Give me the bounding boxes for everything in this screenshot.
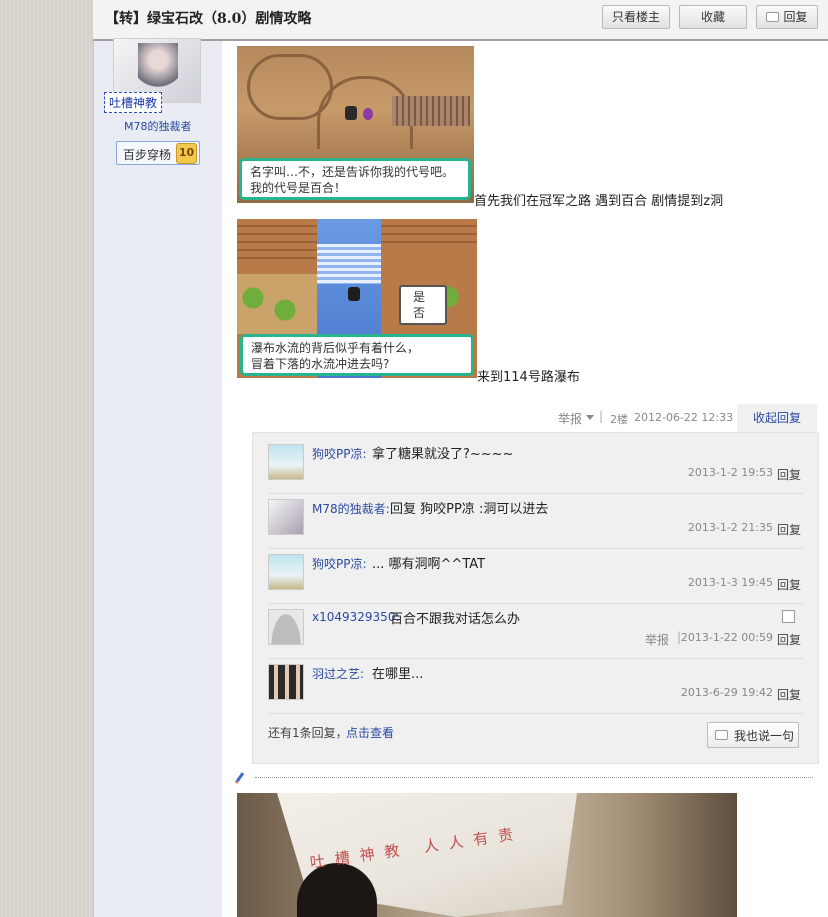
reply-time: 2013-6-29 19:42 xyxy=(680,686,773,699)
choice-no: 否 xyxy=(413,306,426,320)
reply-username[interactable]: M78的独裁者: xyxy=(312,500,390,517)
avatar[interactable] xyxy=(268,609,304,645)
avatar[interactable] xyxy=(268,664,304,700)
reply-time: 2013-1-2 21:35 xyxy=(687,521,773,534)
separator: | xyxy=(599,409,604,423)
comment-icon xyxy=(766,12,780,22)
collapse-replies-button[interactable]: 收起回复 xyxy=(737,404,817,432)
game-choice-box: 是 否 xyxy=(399,285,447,325)
reply-username[interactable]: 狗咬PP凉: xyxy=(312,555,367,572)
reply-time: 2013-1-2 19:53 xyxy=(687,466,773,479)
reply-link[interactable]: 回复 xyxy=(777,521,801,538)
comment-icon xyxy=(715,730,728,740)
choice-yes: 是 xyxy=(413,290,426,304)
more-replies-text: 还有1条回复， xyxy=(268,726,348,740)
floor-number: 2楼 xyxy=(610,413,628,426)
favorite-button[interactable]: 收藏 xyxy=(679,5,747,29)
author-badge[interactable]: 百步穿杨 10 xyxy=(116,141,200,165)
reply-text: 回复 狗咬PP凉 :洞可以进去 xyxy=(390,502,549,517)
list-item: M78的独裁者: 回复 狗咬PP凉 :洞可以进去 2013-1-2 21:35 … xyxy=(268,493,803,549)
badge-label: 百步穿杨 xyxy=(123,148,172,162)
reply-username[interactable]: 羽过之艺: xyxy=(312,665,364,682)
page-background-left xyxy=(0,0,93,917)
post-image-1[interactable]: 名字叫…不，还是告诉你我的代号吧。 我的代号是百合！ xyxy=(237,46,474,203)
reply-text: 在哪里... xyxy=(372,667,424,682)
reply-options-icon[interactable] xyxy=(782,610,795,623)
author-sidebar xyxy=(93,0,223,917)
author-title: M78的独裁者 xyxy=(124,120,192,133)
thread-header: 【转】绿宝石改（8.0）剧情攻略 只看楼主 收藏 回复 xyxy=(93,0,828,41)
reply-text: ... 哪有洞啊^^TAT xyxy=(372,557,486,572)
say-something-label: 我也说一句 xyxy=(734,729,795,743)
reply-link[interactable]: 回复 xyxy=(777,686,801,703)
report-dropdown-icon[interactable] xyxy=(586,415,594,420)
reply-link[interactable]: 回复 xyxy=(777,631,801,648)
reply-link[interactable]: 回复 xyxy=(777,576,801,593)
reply-username[interactable]: 狗咬PP凉: xyxy=(312,445,367,462)
reply-button[interactable]: 回复 xyxy=(756,5,818,29)
reply-time: 2013-1-22 00:59 xyxy=(680,631,773,644)
reply-text: 百合不跟我对话怎么办 xyxy=(390,612,521,627)
avatar[interactable] xyxy=(268,444,304,480)
post-caption-2: 来到114号路瀑布 xyxy=(477,370,580,385)
list-item: 狗咬PP凉: 拿了糖果就没了?~~~~ 2013-1-2 19:53 回复 xyxy=(268,438,803,494)
list-item: 羽过之艺: 在哪里... 2013-6-29 19:42 回复 xyxy=(268,658,803,714)
post-meta-row: 举报 | 2楼 2012-06-22 12:33 收起回复 xyxy=(237,404,817,432)
reply-report-link[interactable]: 举报 xyxy=(645,631,669,648)
list-item: 狗咬PP凉: ... 哪有洞啊^^TAT 2013-1-3 19:45 回复 xyxy=(268,548,803,604)
game-dialog-2: 瀑布水流的背后似乎有着什么， 冒着下落的水流冲进去吗? xyxy=(240,334,474,376)
badge-level: 10 xyxy=(176,143,197,164)
thread-title: 【转】绿宝石改（8.0）剧情攻略 xyxy=(105,11,312,27)
list-item: x1049329350: 百合不跟我对话怎么办 举报 | 2013-1-22 0… xyxy=(268,603,803,659)
post-divider xyxy=(255,777,813,778)
post-image-2[interactable]: 是 否 瀑布水流的背后似乎有着什么， 冒着下落的水流冲进去吗? xyxy=(237,219,477,378)
post-photo[interactable]: 吐槽神教 人人有责 xyxy=(237,793,737,917)
reply-button-label: 回复 xyxy=(783,10,808,24)
reply-text: 拿了糖果就没了?~~~~ xyxy=(372,447,514,462)
post-caption-1: 首先我们在冠军之路 遇到百合 剧情提到z洞 xyxy=(474,194,724,209)
avatar[interactable] xyxy=(268,554,304,590)
reply-time: 2013-1-3 19:45 xyxy=(687,576,773,589)
game-dialog-1: 名字叫…不，还是告诉你我的代号吧。 我的代号是百合！ xyxy=(239,158,471,200)
only-op-button[interactable]: 只看楼主 xyxy=(602,5,670,29)
reply-username[interactable]: x1049329350: xyxy=(312,610,400,624)
author-username[interactable]: 吐槽神教 xyxy=(104,92,163,113)
say-something-button[interactable]: 我也说一句 xyxy=(707,722,799,748)
reply-link[interactable]: 回复 xyxy=(777,466,801,483)
report-link[interactable]: 举报 xyxy=(558,410,582,427)
post-datetime: 2012-06-22 12:33 xyxy=(634,411,734,424)
avatar[interactable] xyxy=(268,499,304,535)
view-more-link[interactable]: 点击查看 xyxy=(346,724,394,741)
